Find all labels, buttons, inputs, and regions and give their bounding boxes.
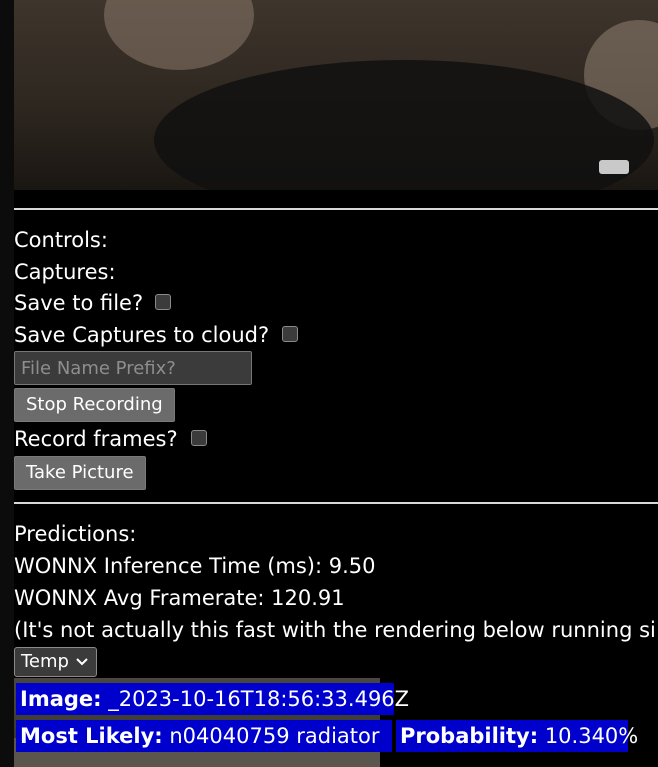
webcam-video [14, 0, 658, 190]
rendering-note-text: (It's not actually this fast with the re… [14, 618, 656, 642]
light-reflection [599, 160, 629, 174]
file-name-prefix-input[interactable] [14, 351, 252, 385]
image-value: _2023-10-16T18:56:33.496Z [101, 687, 410, 711]
stop-recording-button[interactable]: Stop Recording [14, 388, 175, 422]
save-to-file-checkbox[interactable] [155, 294, 171, 310]
probability-overlay: Probability: 10.340% [396, 720, 638, 752]
controls-heading: Controls: [14, 228, 108, 252]
record-frames-checkbox[interactable] [191, 430, 207, 446]
inference-time-text: WONNX Inference Time (ms): 9.50 [14, 554, 376, 578]
record-frames-label: Record frames? [14, 427, 178, 451]
temp-select[interactable]: Temp [14, 647, 97, 677]
save-to-cloud-label: Save Captures to cloud? [14, 323, 270, 347]
predictions-heading: Predictions: [14, 522, 137, 546]
most-likely-overlay: Most Likely: n04040759 radiator [16, 720, 392, 752]
divider [14, 208, 658, 210]
most-likely-value: n04040759 radiator [162, 724, 380, 748]
divider [14, 502, 658, 504]
save-to-cloud-checkbox[interactable] [282, 326, 298, 342]
save-to-file-label: Save to file? [14, 291, 144, 315]
take-picture-button[interactable]: Take Picture [14, 456, 146, 490]
image-label: Image: [20, 687, 102, 711]
captures-label: Captures: [14, 260, 116, 284]
left-edge-panel [0, 0, 14, 767]
probability-value: 10.340% [538, 724, 639, 748]
dark-object [154, 60, 654, 190]
image-timestamp-overlay: Image: _2023-10-16T18:56:33.496Z [16, 683, 409, 715]
most-likely-label: Most Likely: [20, 724, 163, 748]
hand-left [104, 0, 254, 70]
probability-label: Probability: [400, 724, 539, 748]
avg-framerate-text: WONNX Avg Framerate: 120.91 [14, 586, 345, 610]
temp-select-value: Temp [21, 651, 69, 672]
